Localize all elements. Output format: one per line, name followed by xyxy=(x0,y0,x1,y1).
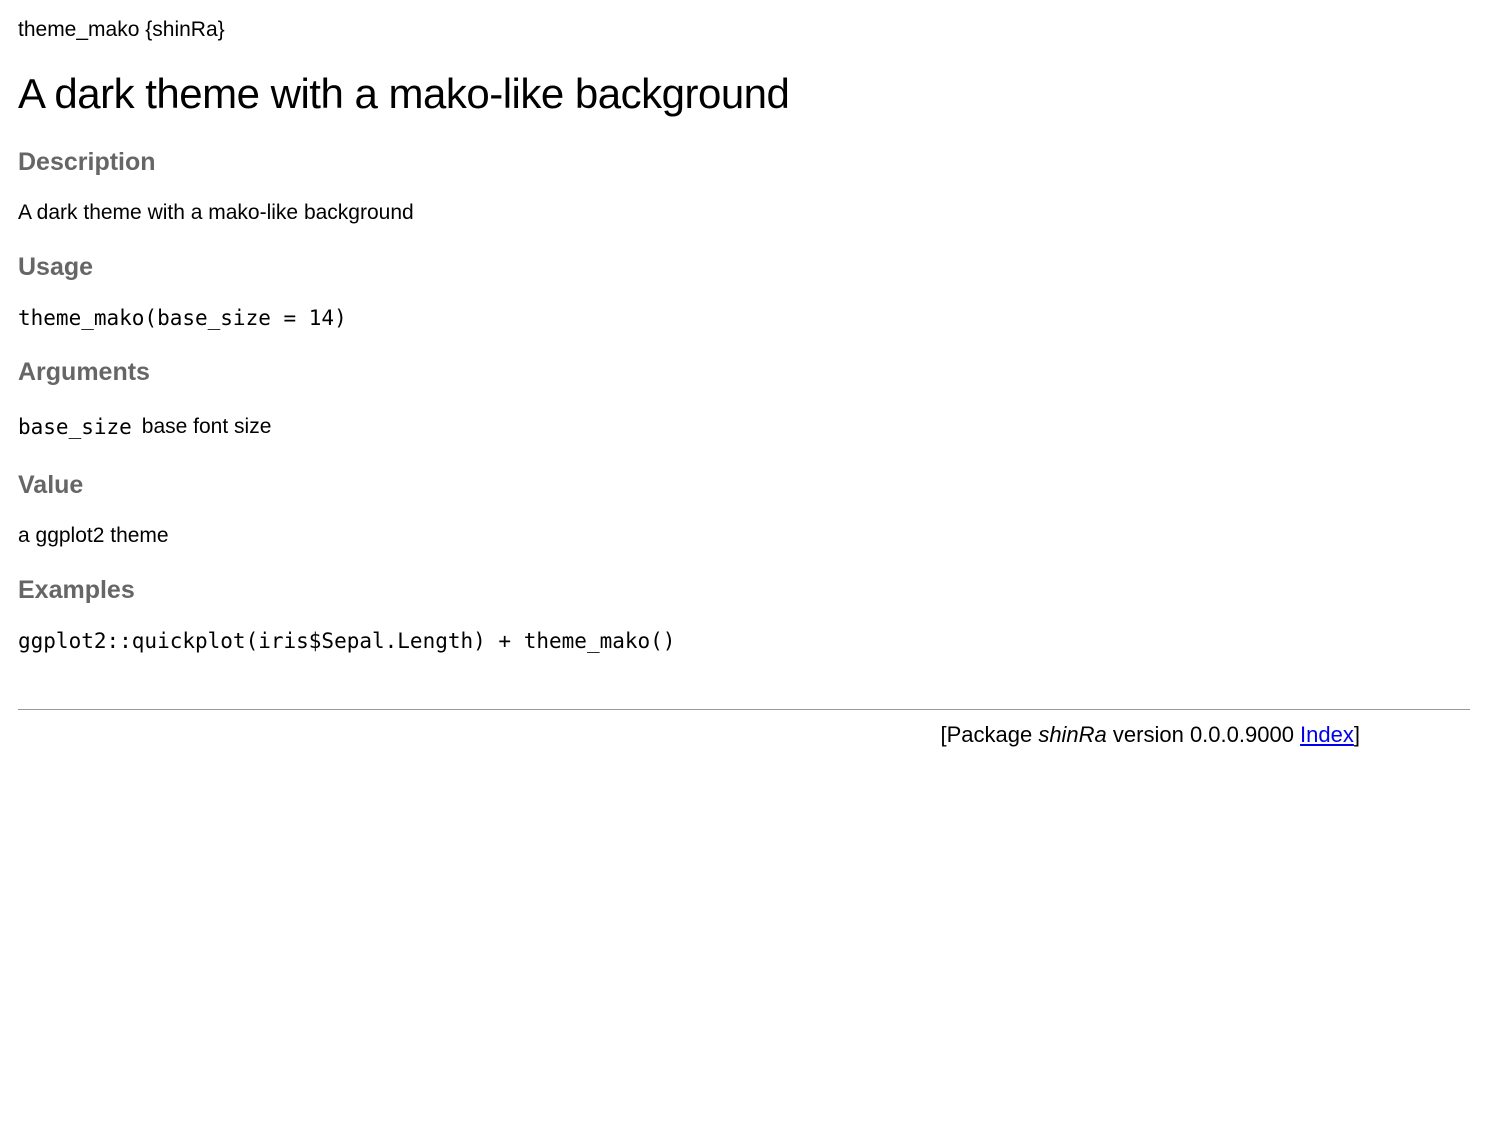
usage-code: theme_mako(base_size = 14) xyxy=(18,306,1470,330)
value-text: a ggplot2 theme xyxy=(18,524,1470,548)
footer-version: version 0.0.0.9000 xyxy=(1107,722,1300,747)
footer-package-name: shinRa xyxy=(1038,722,1106,747)
footer-divider xyxy=(18,709,1470,710)
footer-suffix: ] xyxy=(1354,722,1360,747)
section-heading-value: Value xyxy=(18,471,1470,500)
argument-name: base_size xyxy=(18,411,142,443)
index-link[interactable]: Index xyxy=(1300,722,1354,747)
section-heading-usage: Usage xyxy=(18,253,1470,282)
argument-description: base font size xyxy=(142,411,282,443)
page-title: A dark theme with a mako-like background xyxy=(18,70,1470,118)
section-heading-arguments: Arguments xyxy=(18,358,1470,387)
footer-prefix: [Package xyxy=(940,722,1038,747)
section-heading-examples: Examples xyxy=(18,576,1470,605)
arguments-table: base_size base font size xyxy=(18,411,281,443)
section-heading-description: Description xyxy=(18,148,1470,177)
topic-name: theme_mako xyxy=(18,18,139,41)
examples-code: ggplot2::quickplot(iris$Sepal.Length) + … xyxy=(18,629,1470,653)
description-text: A dark theme with a mako-like background xyxy=(18,201,1470,225)
help-header: theme_mako {shinRa} xyxy=(18,18,1470,42)
table-row: base_size base font size xyxy=(18,411,281,443)
footer: [Package shinRa version 0.0.0.9000 Index… xyxy=(18,722,1470,748)
package-brace: {shinRa} xyxy=(145,18,224,41)
